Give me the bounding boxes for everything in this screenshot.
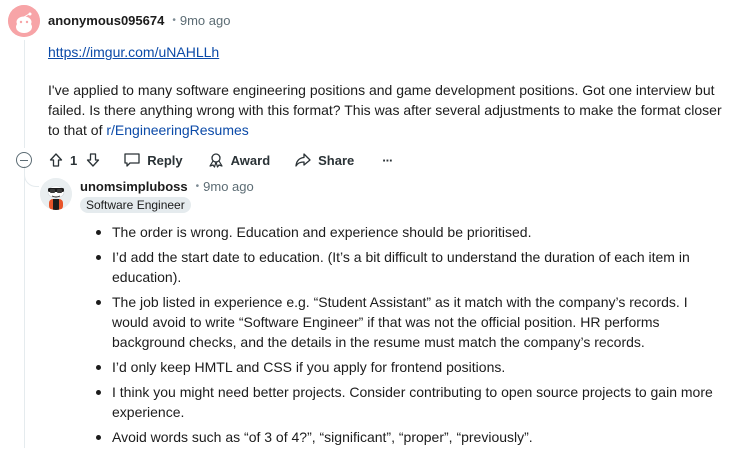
- subreddit-link[interactable]: r/EngineeringResumes: [106, 122, 248, 138]
- list-item: The job listed in experience e.g. “Stude…: [94, 292, 724, 352]
- collapse-thread-button[interactable]: [16, 152, 32, 168]
- list-item: Avoid words such as “of 3 of 4?”, “signi…: [94, 427, 724, 447]
- comment-meta: anonymous095674 • 9mo ago: [48, 13, 230, 28]
- comment-author[interactable]: anonymous095674: [48, 13, 164, 28]
- list-item: I’d only keep HMTL and CSS if you apply …: [94, 357, 724, 377]
- award-label: Award: [230, 152, 271, 168]
- comment-body: I've applied to many software engineerin…: [48, 80, 728, 140]
- vote-count: 1: [70, 152, 78, 168]
- reply-author[interactable]: unomsimpluboss: [80, 179, 188, 194]
- more-options-button[interactable]: ···: [382, 153, 393, 168]
- avatar[interactable]: [40, 178, 72, 210]
- imgur-link[interactable]: https://imgur.com/uNAHLLh: [48, 44, 219, 60]
- upvote-icon[interactable]: [48, 152, 64, 168]
- snoo-avatar-icon: [40, 178, 72, 210]
- reply-timestamp[interactable]: 9mo ago: [203, 179, 254, 194]
- comment-action-bar: 1 Reply Award Share ···: [16, 148, 393, 172]
- share-icon: [294, 152, 312, 168]
- meta-separator: •: [172, 15, 176, 26]
- list-item: I’d add the start date to education. (It…: [94, 247, 724, 287]
- reply-label: Reply: [147, 152, 183, 168]
- award-button[interactable]: Award: [207, 152, 271, 168]
- thread-line[interactable]: [24, 40, 25, 148]
- snoo-avatar-icon: [8, 5, 40, 37]
- reply-button[interactable]: Reply: [123, 152, 183, 168]
- chat-bubble-icon: [123, 152, 141, 168]
- list-item: The order is wrong. Education and experi…: [94, 222, 724, 242]
- comment-timestamp[interactable]: 9mo ago: [180, 13, 231, 28]
- meta-separator: •: [195, 181, 200, 192]
- list-item: I think you might need better projects. …: [94, 382, 724, 422]
- share-button[interactable]: Share: [294, 152, 354, 168]
- avatar[interactable]: [8, 5, 40, 37]
- thread-line[interactable]: [24, 168, 25, 448]
- reply-bullet-list: The order is wrong. Education and experi…: [94, 222, 724, 452]
- user-flair: Software Engineer: [80, 197, 191, 213]
- share-label: Share: [318, 152, 355, 168]
- award-icon: [207, 152, 225, 168]
- reply-meta: unomsimpluboss • 9mo ago: [80, 179, 254, 194]
- downvote-icon[interactable]: [85, 152, 101, 168]
